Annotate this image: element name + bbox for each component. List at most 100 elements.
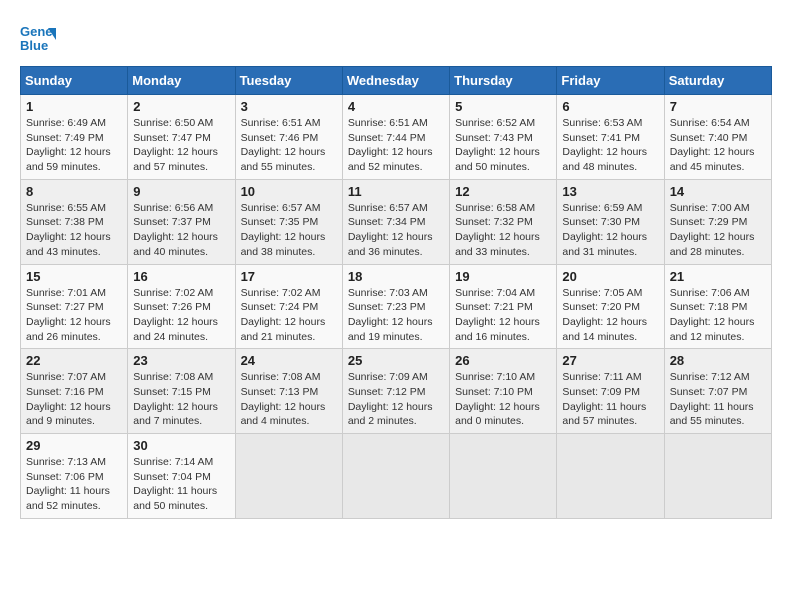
calendar-cell: 30 Sunrise: 7:14 AM Sunset: 7:04 PM Dayli… bbox=[128, 434, 235, 519]
calendar-cell: 4 Sunrise: 6:51 AM Sunset: 7:44 PM Daylig… bbox=[342, 95, 449, 180]
calendar-cell: 1 Sunrise: 6:49 AM Sunset: 7:49 PM Daylig… bbox=[21, 95, 128, 180]
day-number: 18 bbox=[348, 269, 444, 284]
day-info: Sunrise: 7:06 AM Sunset: 7:18 PM Dayligh… bbox=[670, 286, 766, 345]
calendar-week-row: 8 Sunrise: 6:55 AM Sunset: 7:38 PM Daylig… bbox=[21, 179, 772, 264]
day-number: 20 bbox=[562, 269, 658, 284]
calendar-cell: 15Sunrise: 7:01 AM Sunset: 7:27 PM Dayli… bbox=[21, 264, 128, 349]
day-info: Sunrise: 6:55 AM Sunset: 7:38 PM Dayligh… bbox=[26, 201, 122, 260]
calendar-header-row: SundayMondayTuesdayWednesdayThursdayFrid… bbox=[21, 67, 772, 95]
day-number: 4 bbox=[348, 99, 444, 114]
calendar-week-row: 15Sunrise: 7:01 AM Sunset: 7:27 PM Dayli… bbox=[21, 264, 772, 349]
day-info: Sunrise: 7:03 AM Sunset: 7:23 PM Dayligh… bbox=[348, 286, 444, 345]
day-number: 13 bbox=[562, 184, 658, 199]
day-number: 30 bbox=[133, 438, 229, 453]
day-number: 22 bbox=[26, 353, 122, 368]
day-number: 23 bbox=[133, 353, 229, 368]
day-number: 1 bbox=[26, 99, 122, 114]
logo-icon: General Blue bbox=[20, 20, 56, 56]
day-info: Sunrise: 6:50 AM Sunset: 7:47 PM Dayligh… bbox=[133, 116, 229, 175]
day-number: 9 bbox=[133, 184, 229, 199]
calendar-cell: 16Sunrise: 7:02 AM Sunset: 7:26 PM Dayli… bbox=[128, 264, 235, 349]
day-info: Sunrise: 6:59 AM Sunset: 7:30 PM Dayligh… bbox=[562, 201, 658, 260]
day-number: 27 bbox=[562, 353, 658, 368]
svg-text:Blue: Blue bbox=[20, 38, 48, 53]
calendar-cell: 22 Sunrise: 7:07 AM Sunset: 7:16 PM Dayli… bbox=[21, 349, 128, 434]
day-info: Sunrise: 6:57 AM Sunset: 7:35 PM Dayligh… bbox=[241, 201, 337, 260]
day-info: Sunrise: 7:11 AM Sunset: 7:09 PM Dayligh… bbox=[562, 370, 658, 429]
day-info: Sunrise: 7:08 AM Sunset: 7:15 PM Dayligh… bbox=[133, 370, 229, 429]
day-info: Sunrise: 7:13 AM Sunset: 7:06 PM Dayligh… bbox=[26, 455, 122, 514]
column-header-saturday: Saturday bbox=[664, 67, 771, 95]
day-info: Sunrise: 6:49 AM Sunset: 7:49 PM Dayligh… bbox=[26, 116, 122, 175]
day-info: Sunrise: 7:02 AM Sunset: 7:24 PM Dayligh… bbox=[241, 286, 337, 345]
calendar-cell bbox=[664, 434, 771, 519]
day-info: Sunrise: 7:04 AM Sunset: 7:21 PM Dayligh… bbox=[455, 286, 551, 345]
calendar-cell: 10 Sunrise: 6:57 AM Sunset: 7:35 PM Dayli… bbox=[235, 179, 342, 264]
calendar-cell: 6 Sunrise: 6:53 AM Sunset: 7:41 PM Daylig… bbox=[557, 95, 664, 180]
column-header-sunday: Sunday bbox=[21, 67, 128, 95]
day-info: Sunrise: 7:09 AM Sunset: 7:12 PM Dayligh… bbox=[348, 370, 444, 429]
calendar-week-row: 22 Sunrise: 7:07 AM Sunset: 7:16 PM Dayli… bbox=[21, 349, 772, 434]
day-number: 25 bbox=[348, 353, 444, 368]
day-info: Sunrise: 6:57 AM Sunset: 7:34 PM Dayligh… bbox=[348, 201, 444, 260]
calendar-cell: 23 Sunrise: 7:08 AM Sunset: 7:15 PM Dayli… bbox=[128, 349, 235, 434]
calendar-cell: 7 Sunrise: 6:54 AM Sunset: 7:40 PM Daylig… bbox=[664, 95, 771, 180]
calendar-cell: 25 Sunrise: 7:09 AM Sunset: 7:12 PM Dayli… bbox=[342, 349, 449, 434]
calendar-cell: 14 Sunrise: 7:00 AM Sunset: 7:29 PM Dayli… bbox=[664, 179, 771, 264]
calendar-cell: 24Sunrise: 7:08 AM Sunset: 7:13 PM Dayli… bbox=[235, 349, 342, 434]
day-number: 6 bbox=[562, 99, 658, 114]
calendar-cell: 13 Sunrise: 6:59 AM Sunset: 7:30 PM Dayli… bbox=[557, 179, 664, 264]
day-info: Sunrise: 6:51 AM Sunset: 7:46 PM Dayligh… bbox=[241, 116, 337, 175]
day-number: 7 bbox=[670, 99, 766, 114]
day-info: Sunrise: 6:58 AM Sunset: 7:32 PM Dayligh… bbox=[455, 201, 551, 260]
day-number: 8 bbox=[26, 184, 122, 199]
day-number: 14 bbox=[670, 184, 766, 199]
day-number: 29 bbox=[26, 438, 122, 453]
day-number: 3 bbox=[241, 99, 337, 114]
calendar-cell bbox=[557, 434, 664, 519]
day-info: Sunrise: 7:05 AM Sunset: 7:20 PM Dayligh… bbox=[562, 286, 658, 345]
day-number: 28 bbox=[670, 353, 766, 368]
day-number: 17 bbox=[241, 269, 337, 284]
calendar-cell: 21 Sunrise: 7:06 AM Sunset: 7:18 PM Dayli… bbox=[664, 264, 771, 349]
column-header-monday: Monday bbox=[128, 67, 235, 95]
calendar-cell: 5 Sunrise: 6:52 AM Sunset: 7:43 PM Daylig… bbox=[450, 95, 557, 180]
column-header-friday: Friday bbox=[557, 67, 664, 95]
calendar-cell: 11 Sunrise: 6:57 AM Sunset: 7:34 PM Dayli… bbox=[342, 179, 449, 264]
calendar-cell: 2 Sunrise: 6:50 AM Sunset: 7:47 PM Daylig… bbox=[128, 95, 235, 180]
day-info: Sunrise: 6:51 AM Sunset: 7:44 PM Dayligh… bbox=[348, 116, 444, 175]
calendar-cell: 3 Sunrise: 6:51 AM Sunset: 7:46 PM Daylig… bbox=[235, 95, 342, 180]
calendar-week-row: 29 Sunrise: 7:13 AM Sunset: 7:06 PM Dayli… bbox=[21, 434, 772, 519]
column-header-wednesday: Wednesday bbox=[342, 67, 449, 95]
day-number: 5 bbox=[455, 99, 551, 114]
day-info: Sunrise: 6:54 AM Sunset: 7:40 PM Dayligh… bbox=[670, 116, 766, 175]
calendar-cell: 28Sunrise: 7:12 AM Sunset: 7:07 PM Dayli… bbox=[664, 349, 771, 434]
day-info: Sunrise: 7:02 AM Sunset: 7:26 PM Dayligh… bbox=[133, 286, 229, 345]
calendar-cell: 20 Sunrise: 7:05 AM Sunset: 7:20 PM Dayli… bbox=[557, 264, 664, 349]
day-number: 21 bbox=[670, 269, 766, 284]
day-info: Sunrise: 6:53 AM Sunset: 7:41 PM Dayligh… bbox=[562, 116, 658, 175]
calendar-cell: 9 Sunrise: 6:56 AM Sunset: 7:37 PM Daylig… bbox=[128, 179, 235, 264]
day-info: Sunrise: 7:00 AM Sunset: 7:29 PM Dayligh… bbox=[670, 201, 766, 260]
calendar-cell: 8 Sunrise: 6:55 AM Sunset: 7:38 PM Daylig… bbox=[21, 179, 128, 264]
calendar-cell: 19Sunrise: 7:04 AM Sunset: 7:21 PM Dayli… bbox=[450, 264, 557, 349]
day-number: 10 bbox=[241, 184, 337, 199]
calendar-table: SundayMondayTuesdayWednesdayThursdayFrid… bbox=[20, 66, 772, 519]
day-number: 2 bbox=[133, 99, 229, 114]
calendar-cell: 27 Sunrise: 7:11 AM Sunset: 7:09 PM Dayli… bbox=[557, 349, 664, 434]
day-info: Sunrise: 7:07 AM Sunset: 7:16 PM Dayligh… bbox=[26, 370, 122, 429]
calendar-cell: 18 Sunrise: 7:03 AM Sunset: 7:23 PM Dayli… bbox=[342, 264, 449, 349]
day-info: Sunrise: 7:14 AM Sunset: 7:04 PM Dayligh… bbox=[133, 455, 229, 514]
day-number: 11 bbox=[348, 184, 444, 199]
day-number: 26 bbox=[455, 353, 551, 368]
column-header-tuesday: Tuesday bbox=[235, 67, 342, 95]
day-info: Sunrise: 6:52 AM Sunset: 7:43 PM Dayligh… bbox=[455, 116, 551, 175]
column-header-thursday: Thursday bbox=[450, 67, 557, 95]
day-info: Sunrise: 6:56 AM Sunset: 7:37 PM Dayligh… bbox=[133, 201, 229, 260]
calendar-cell bbox=[235, 434, 342, 519]
page-header: General Blue bbox=[20, 20, 772, 56]
day-info: Sunrise: 7:01 AM Sunset: 7:27 PM Dayligh… bbox=[26, 286, 122, 345]
logo: General Blue bbox=[20, 20, 56, 56]
calendar-cell: 12 Sunrise: 6:58 AM Sunset: 7:32 PM Dayli… bbox=[450, 179, 557, 264]
day-number: 12 bbox=[455, 184, 551, 199]
